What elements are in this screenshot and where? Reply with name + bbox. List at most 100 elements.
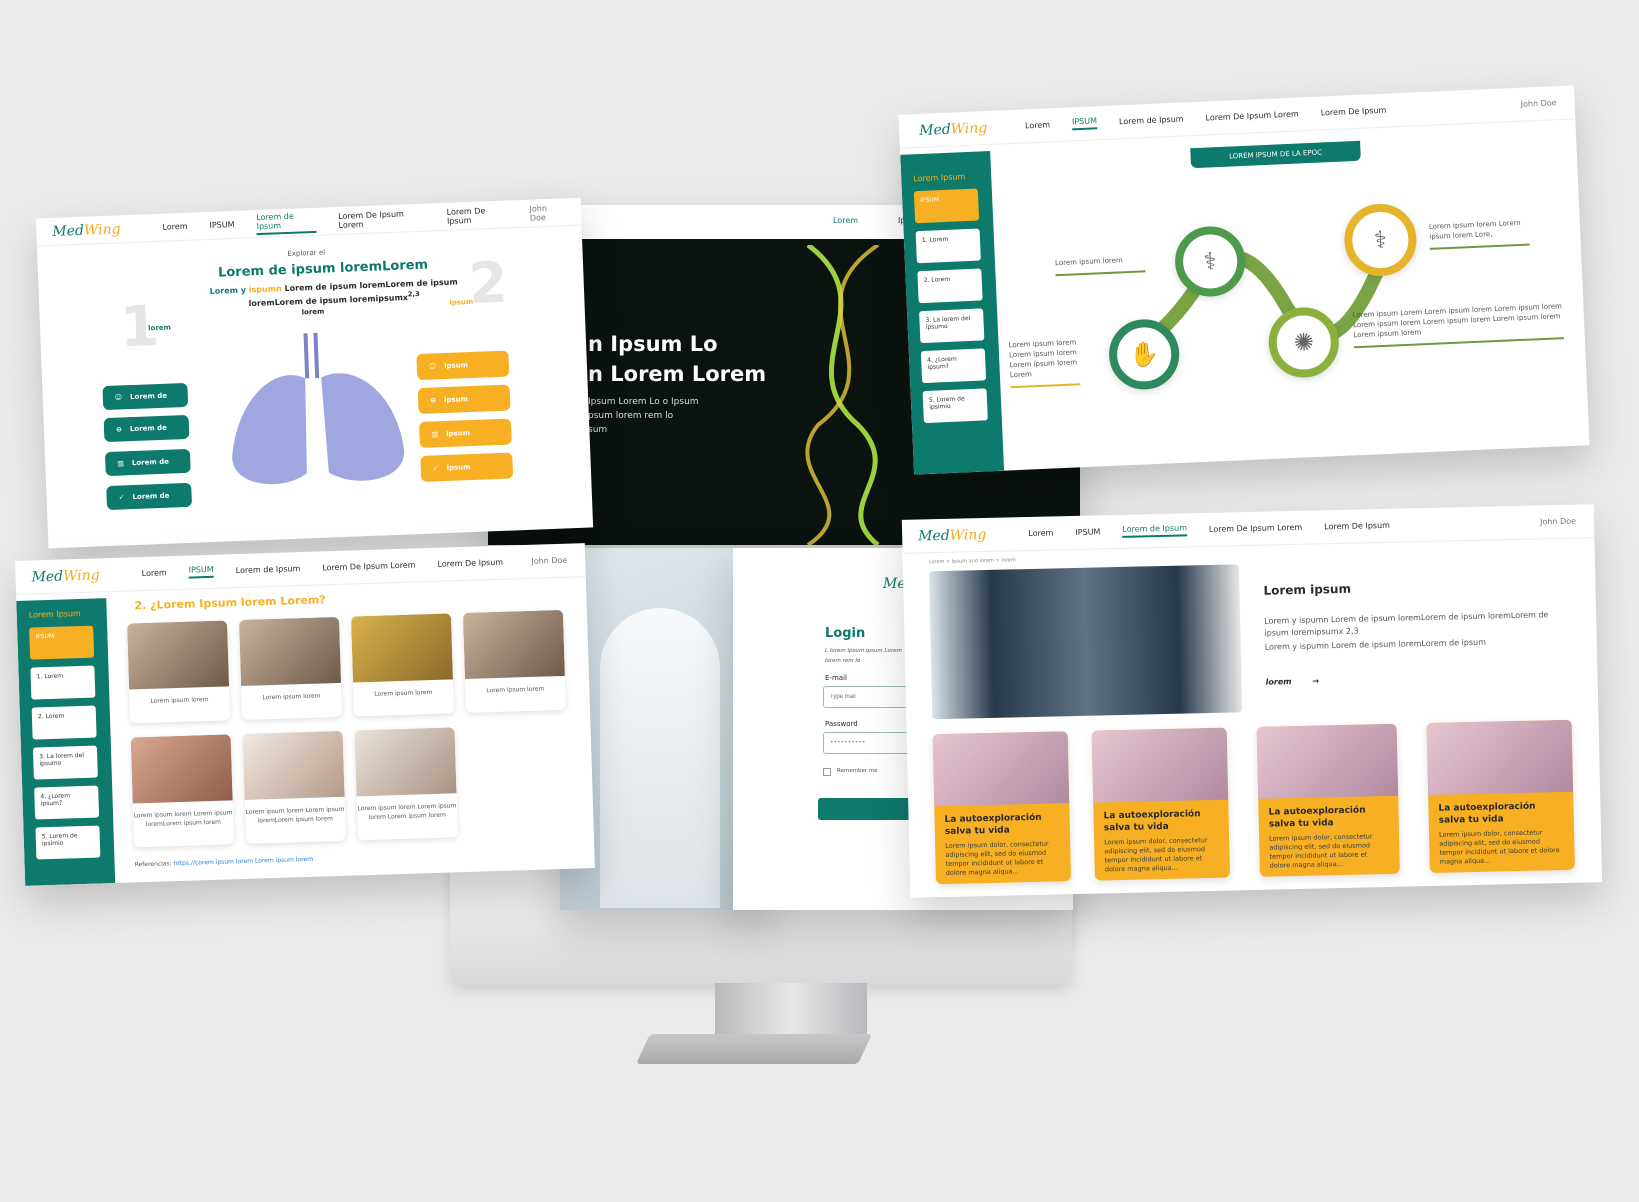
right-btn-3[interactable]: ▥ ipsum — [418, 418, 512, 449]
epoc-sidebar: Lorem Ipsum IPSUM 1. Lorem 2. Lorem 3. L… — [900, 150, 1005, 475]
left-btn-3[interactable]: ▥ Lorem de — [104, 448, 191, 477]
symptom-caption: Lorem ipsum lorem Lorem ipsum lorem Lore… — [357, 802, 457, 822]
nav-lorem-de-ipsum-lorem[interactable]: Lorem De Ipsum Lorem — [1209, 523, 1302, 534]
sidebar-title: Lorem Ipsum — [913, 172, 966, 184]
page-title: Lorem de ipsum loremLorem — [217, 257, 429, 281]
symptom-card-4[interactable]: Lorem ipsum lorem — [462, 609, 566, 713]
nav-ipsum[interactable]: IPSUM — [1075, 527, 1100, 537]
sidebar-item-4[interactable]: 4. ¿Lorem ipsum? — [920, 348, 987, 384]
nav-ipsum[interactable]: IPSUM — [209, 220, 234, 230]
nav-lorem-de-ipsum-2[interactable]: Lorem De Ipsum — [446, 205, 508, 225]
left-btn-2[interactable]: ⊖ Lorem de — [103, 414, 190, 443]
hero-body: Ipsum Lorem Lo o Ipsum psum lorem rem lo… — [588, 395, 699, 437]
read-more-link[interactable]: lorem → — [1265, 676, 1319, 686]
people-icon: ☺ — [428, 362, 437, 371]
nav-lorem-de-ipsum[interactable]: Lorem de Ipsum — [256, 210, 317, 235]
symptom-card-7[interactable]: Lorem ipsum lorem Lorem ipsum lorem Lore… — [354, 727, 458, 841]
symptom-photo — [238, 616, 342, 686]
remember-checkbox[interactable] — [823, 768, 831, 776]
nav-lorem-de-ipsum-2[interactable]: Lorem De Ipsum — [1321, 106, 1387, 118]
brand-logo[interactable]: MedWing — [31, 567, 100, 585]
password-label: Password — [825, 720, 858, 728]
doctor-image — [600, 608, 720, 908]
nav-lorem[interactable]: Lorem — [142, 568, 167, 578]
nav-lorem[interactable]: Lorem — [162, 222, 187, 232]
card-text: Lorem ipsum dolor, consectetur adipiscin… — [1104, 836, 1208, 874]
symptom-photo — [242, 730, 345, 800]
nav-lorem-de-ipsum-2[interactable]: Lorem De Ipsum — [437, 558, 503, 569]
sidebar-item-5[interactable]: 5. Lorem de ipsimio — [922, 388, 988, 424]
xray-para-1: Lorem y ispumn Lorem de ipsum loremLorem… — [1264, 610, 1549, 638]
sidebar-item-2[interactable]: 2. Lorem — [917, 268, 983, 304]
symptom-card-1[interactable]: Lorem ipsum lorem — [127, 620, 231, 724]
symptom-photo — [127, 620, 230, 690]
left-btn-4[interactable]: ✓ Lorem de — [106, 482, 193, 511]
sidebar-item-1[interactable]: 1. Lorem — [915, 228, 981, 264]
card-photo — [1091, 727, 1229, 803]
nav-ipsum[interactable]: IPSUM — [188, 564, 214, 579]
label-d: Lorem ipsum Lorem Lorem ipsum lorem Lore… — [1352, 301, 1564, 349]
user-menu[interactable]: John Doe — [1520, 98, 1556, 109]
nav-lorem[interactable]: Lorem — [1025, 120, 1050, 130]
right-btn-2[interactable]: ⊖ ipsum — [417, 384, 511, 415]
sidebar-item-3[interactable]: 3. La lorem del ipsumo — [32, 745, 98, 780]
remember-label: Remember me — [837, 768, 878, 774]
user-menu[interactable]: John Doe — [531, 556, 567, 566]
info-card-4[interactable]: La autoexploración salva tu vida Lorem ip… — [1426, 719, 1575, 874]
left-heading: lorem — [148, 323, 172, 333]
symptom-card-6[interactable]: Lorem ipsum lorem Lorem ipsum loremLorem… — [242, 730, 346, 844]
card-title: La autoexploración salva tu vida — [944, 812, 1042, 837]
sidebar-item-3[interactable]: 3. La lorem del ipsumo — [919, 308, 985, 344]
hero-heading-line-1: n Ipsum Lo — [588, 332, 718, 356]
check-icon: ✓ — [432, 464, 439, 473]
sidebar-item-0[interactable]: IPSUM — [29, 625, 95, 660]
pills-icon: ⊖ — [115, 425, 123, 434]
mid-heading: lorem — [301, 307, 325, 317]
sidebar-item-5[interactable]: 5. Lorem de ipsimio — [35, 825, 101, 860]
nav-lorem-de-ipsum-lorem[interactable]: Lorem De Ipsum Lorem — [322, 560, 416, 572]
login-hint: L lorem ipsum ipsum Lorem lorem rem lo — [825, 648, 902, 664]
symptom-card-5[interactable]: Lorem ipsum lorem Lorem ipsum loremLorem… — [130, 734, 235, 848]
info-card-3[interactable]: La autoexploración salva tu vida Lorem ip… — [1256, 723, 1400, 877]
symptom-caption: Lorem ipsum lorem — [150, 696, 209, 705]
people-icon: ☺ — [114, 393, 123, 402]
symptom-card-2[interactable]: Lorem ipsum lorem — [238, 616, 343, 720]
brand-logo[interactable]: MedWing — [919, 120, 988, 139]
epoc-banner: LOREM IPSUM DE LA EPOC — [1190, 140, 1361, 169]
nav-lorem-de-ipsum-lorem[interactable]: Lorem De Ipsum Lorem — [338, 208, 425, 230]
card-photo — [1426, 719, 1574, 796]
symptom-card-3[interactable]: Lorem ipsum lorem — [350, 613, 455, 717]
left-btn-1[interactable]: ☺ Lorem de — [102, 382, 189, 411]
symptoms-sidebar: Lorem Ipsum IPSUM 1. Lorem 2. Lorem 3. L… — [16, 598, 116, 886]
nav-lorem-de-ipsum-2[interactable]: Lorem De Ipsum — [1324, 521, 1390, 531]
hero-body-line-1: Ipsum Lorem Lo o Ipsum — [588, 397, 699, 407]
brand-logo[interactable]: MedWing — [918, 526, 987, 544]
epoc-nav: MedWing Lorem IPSUM Lorem de Ipsum Lorem… — [898, 85, 1576, 149]
sidebar-item-1[interactable]: 1. Lorem — [30, 665, 96, 700]
symptom-photo — [462, 609, 565, 679]
nav-lorem-de-ipsum-lorem[interactable]: Lorem De Ipsum Lorem — [1205, 109, 1299, 122]
nav-lorem-de-ipsum[interactable]: Lorem de Ipsum — [236, 564, 301, 575]
xray-image — [928, 564, 1243, 720]
check-icon: ✓ — [118, 493, 125, 502]
sidebar-item-2[interactable]: 2. Lorem — [31, 705, 97, 740]
dna-helix-image — [768, 243, 918, 545]
info-card-2[interactable]: La autoexploración salva tu vida Lorem ip… — [1091, 727, 1230, 881]
nav-lorem[interactable]: Lorem — [1028, 528, 1053, 538]
nav-ipsum[interactable]: IPSUM — [1071, 116, 1098, 131]
user-menu[interactable]: John Doe — [1540, 517, 1576, 527]
info-card-1[interactable]: La autoexploración salva tu vida Lorem ip… — [932, 731, 1072, 885]
card-text: Lorem ipsum dolor, consectetur adipiscin… — [1438, 828, 1560, 866]
sidebar-item-0[interactable]: IPSUM — [913, 188, 980, 224]
user-menu[interactable]: John Doe — [529, 203, 563, 222]
hero-nav-item[interactable]: Lorem — [833, 216, 858, 225]
right-btn-1[interactable]: ☺ ipsum — [416, 350, 510, 381]
references-link[interactable]: https://Lorem ipsum lorem Lorem ipsum lo… — [173, 856, 313, 867]
nav-lorem-de-ipsum[interactable]: Lorem de Ipsum — [1122, 523, 1188, 538]
brand-logo[interactable]: MedWing — [52, 221, 121, 240]
chart-icon: ▥ — [117, 459, 125, 468]
sidebar-item-4[interactable]: 4. ¿Lorem ipsum? — [34, 785, 100, 820]
right-btn-4[interactable]: ✓ ipsum — [420, 452, 514, 482]
lungs-panel: MedWing Lorem IPSUM Lorem de Ipsum Lorem… — [35, 197, 594, 549]
nav-lorem-de-ipsum[interactable]: Lorem de Ipsum — [1119, 114, 1184, 126]
